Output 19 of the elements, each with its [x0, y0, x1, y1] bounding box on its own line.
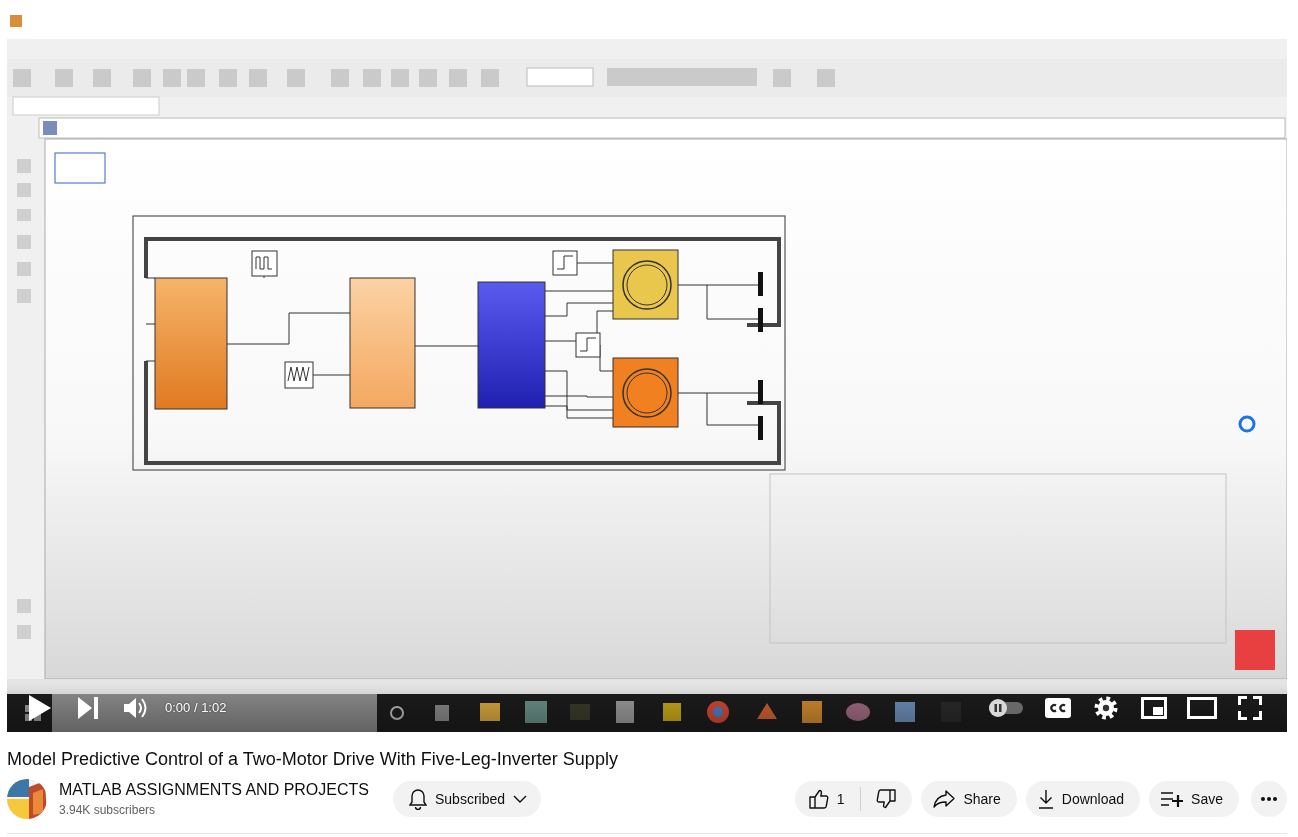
- download-button[interactable]: Download: [1025, 781, 1141, 817]
- like-button[interactable]: 1: [794, 781, 861, 817]
- playlist-add-icon: [1161, 791, 1184, 807]
- bell-icon: [409, 788, 427, 810]
- more-icon: [1261, 797, 1277, 801]
- channel-name[interactable]: MATLAB ASSIGNMENTS AND PROJECTS: [59, 779, 369, 801]
- thumbs-up-icon: [808, 789, 829, 809]
- share-button[interactable]: Share: [921, 781, 1017, 817]
- chevron-down-icon: [513, 795, 528, 803]
- video-title: Model Predictive Control of a Two-Motor Drive With Five-Leg-Inverter Supply: [7, 748, 619, 771]
- more-actions-button[interactable]: [1251, 781, 1287, 817]
- dislike-button[interactable]: [860, 781, 913, 817]
- subscriber-count: 3.94K subscribers: [59, 802, 157, 819]
- channel-avatar[interactable]: [7, 779, 47, 819]
- subscribed-button[interactable]: Subscribed: [393, 781, 542, 817]
- download-icon: [1037, 789, 1054, 809]
- share-arrow-icon: [933, 790, 956, 808]
- save-button[interactable]: Save: [1149, 781, 1239, 817]
- thumbs-down-icon: [876, 789, 897, 809]
